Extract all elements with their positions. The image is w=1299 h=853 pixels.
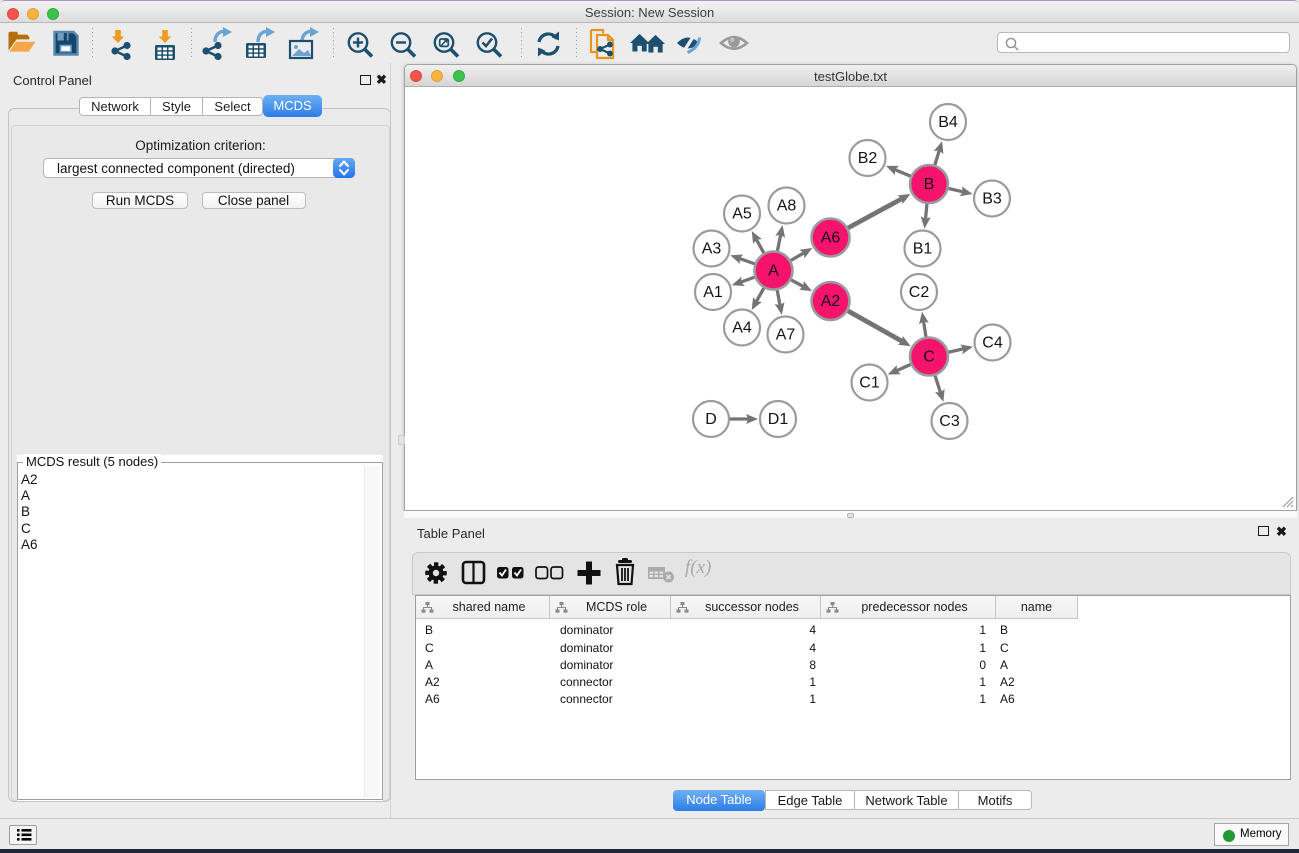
svg-text:A6: A6 (821, 230, 841, 247)
svg-text:A: A (768, 263, 779, 280)
svg-text:D1: D1 (768, 411, 789, 428)
svg-text:A5: A5 (732, 206, 752, 223)
svg-text:B: B (924, 176, 935, 193)
svg-text:B2: B2 (858, 150, 878, 167)
svg-text:A4: A4 (732, 320, 752, 337)
svg-text:A2: A2 (821, 293, 841, 310)
svg-text:D: D (705, 411, 717, 428)
svg-text:A1: A1 (703, 284, 723, 301)
svg-text:B3: B3 (982, 191, 1002, 208)
svg-text:C: C (923, 349, 935, 366)
svg-text:C3: C3 (939, 413, 960, 430)
svg-text:C4: C4 (982, 335, 1003, 352)
svg-text:A7: A7 (776, 327, 796, 344)
svg-text:B1: B1 (913, 241, 933, 258)
svg-text:A8: A8 (777, 198, 797, 215)
svg-text:B4: B4 (938, 114, 958, 131)
svg-text:C1: C1 (859, 375, 880, 392)
svg-text:A3: A3 (702, 241, 722, 258)
svg-text:C2: C2 (909, 284, 930, 301)
